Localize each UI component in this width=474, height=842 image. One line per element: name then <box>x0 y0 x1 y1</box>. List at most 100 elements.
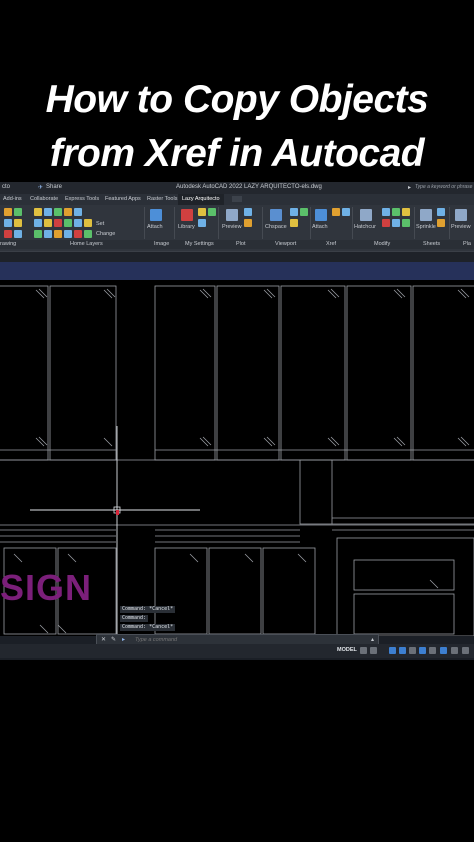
sprinkle-button[interactable]: Sprinkle <box>416 224 436 230</box>
layer-walk-icon[interactable] <box>64 219 72 227</box>
circle-icon[interactable] <box>14 230 22 238</box>
panel-label-drawing[interactable]: rawing <box>0 241 16 247</box>
attach-xref-button[interactable]: Attach <box>312 224 328 230</box>
layer-icon[interactable] <box>4 230 12 238</box>
layer-off-icon[interactable] <box>34 219 42 227</box>
library-icon[interactable] <box>181 209 193 221</box>
plot-b-icon[interactable] <box>244 219 252 227</box>
command-history-line: Command: *Cancel* <box>120 624 176 631</box>
attach-xref-icon[interactable] <box>315 209 327 221</box>
layer-state-icon[interactable] <box>44 230 52 238</box>
panel-label-sheets[interactable]: Sheets <box>423 241 440 247</box>
title-bar: cto ✈ Share Autodesk AutoCAD 2022 LAZY A… <box>0 182 474 194</box>
modify-e-icon[interactable] <box>392 219 400 227</box>
layer-iso-icon[interactable] <box>64 208 72 216</box>
attach-image-button[interactable]: Attach <box>147 224 163 230</box>
plot-preview-icon[interactable] <box>226 209 238 221</box>
sprinkle-icon[interactable] <box>420 209 432 221</box>
modify-d-icon[interactable] <box>382 219 390 227</box>
layer-merge-icon[interactable] <box>74 219 82 227</box>
modify-f-icon[interactable] <box>402 219 410 227</box>
modify-c-icon[interactable] <box>402 208 410 216</box>
chspace-button[interactable]: Chspace <box>265 224 287 230</box>
ribbon-toggle-icon[interactable] <box>232 196 242 202</box>
layer-prev-icon[interactable] <box>34 230 42 238</box>
panel-label-xref[interactable]: Xref <box>326 241 336 247</box>
layer-freeze-icon[interactable] <box>44 208 52 216</box>
panel-label-plot[interactable]: Plot <box>236 241 245 247</box>
layer-color-icon[interactable] <box>54 230 62 238</box>
panel-divider <box>352 207 353 239</box>
keyword-search[interactable]: Type a keyword or phrase <box>415 184 472 190</box>
tab-express-tools[interactable]: Express Tools <box>65 196 99 202</box>
xref-b-icon[interactable] <box>342 208 350 216</box>
modify-b-icon[interactable] <box>392 208 400 216</box>
polyline-icon[interactable] <box>14 208 22 216</box>
workspace-icon[interactable] <box>451 647 458 654</box>
tab-featured-apps[interactable]: Featured Apps <box>105 196 141 202</box>
drawing-canvas[interactable]: SIGN <box>0 280 474 636</box>
tab-collaborate[interactable]: Collaborate <box>30 196 58 202</box>
library-button[interactable]: Library <box>178 224 195 230</box>
share-icon[interactable]: ✈ <box>38 184 43 191</box>
chspace-icon[interactable] <box>270 209 282 221</box>
osnap-icon[interactable] <box>419 647 426 654</box>
xref-a-icon[interactable] <box>332 208 340 216</box>
layer-delete-icon[interactable] <box>84 219 92 227</box>
preview-2-icon[interactable] <box>455 209 467 221</box>
plot-preview-button[interactable]: Preview <box>222 224 242 230</box>
settings-b-icon[interactable] <box>198 219 206 227</box>
layer-unlock-icon[interactable] <box>54 219 62 227</box>
layer-on-icon[interactable] <box>34 208 42 216</box>
model-space-button[interactable]: MODEL <box>337 647 357 653</box>
layer-lock-icon[interactable] <box>54 208 62 216</box>
grid-icon[interactable] <box>360 647 367 654</box>
sheets-b-icon[interactable] <box>437 219 445 227</box>
set-button[interactable]: Set <box>96 221 104 227</box>
tab-raster-tools[interactable]: Raster Tools <box>147 196 177 202</box>
otrack-icon[interactable] <box>429 647 436 654</box>
draw-icon[interactable] <box>4 208 12 216</box>
layer-lweight-icon[interactable] <box>74 230 82 238</box>
panel-label-my-settings[interactable]: My Settings <box>185 241 214 247</box>
modify-a-icon[interactable] <box>382 208 390 216</box>
snap-icon[interactable] <box>370 647 377 654</box>
layer-ltype-icon[interactable] <box>64 230 72 238</box>
command-input[interactable] <box>135 635 365 644</box>
layer-thaw-icon[interactable] <box>44 219 52 227</box>
search-icon[interactable]: ▸ <box>408 184 411 191</box>
hatchcur-button[interactable]: Hatchcur <box>354 224 376 230</box>
viewport-a-icon[interactable] <box>290 208 298 216</box>
sheets-a-icon[interactable] <box>437 208 445 216</box>
customize-icon[interactable] <box>462 647 469 654</box>
viewport-c-icon[interactable] <box>290 219 298 227</box>
preview-2-button[interactable]: Preview <box>451 224 471 230</box>
chevron-up-icon[interactable]: ▴ <box>371 636 374 643</box>
viewport-b-icon[interactable] <box>300 208 308 216</box>
hatchcur-icon[interactable] <box>360 209 372 221</box>
layer-trans-icon[interactable] <box>84 230 92 238</box>
panel-label-home-layers[interactable]: Home Layers <box>70 241 103 247</box>
layer-match-icon[interactable] <box>74 208 82 216</box>
settings-c-icon[interactable] <box>208 208 216 216</box>
tab-lazy-arquitecto[interactable]: Lazy Arquitecto <box>178 194 224 205</box>
share-button[interactable]: Share <box>46 184 62 190</box>
panel-label-plan[interactable]: Pla <box>463 241 471 247</box>
ortho-icon[interactable] <box>389 647 396 654</box>
attach-image-icon[interactable] <box>150 209 162 221</box>
isodraft-icon[interactable] <box>409 647 416 654</box>
wrench-icon[interactable]: ✎ <box>111 636 116 643</box>
line-icon[interactable] <box>4 219 12 227</box>
close-icon[interactable]: ✕ <box>101 636 106 643</box>
polar-icon[interactable] <box>399 647 406 654</box>
sign-text: SIGN <box>0 567 93 608</box>
panel-label-modify[interactable]: Modify <box>374 241 390 247</box>
tab-add-ins[interactable]: Add-ins <box>3 196 22 202</box>
panel-label-image[interactable]: Image <box>154 241 169 247</box>
settings-a-icon[interactable] <box>198 208 206 216</box>
panel-label-viewport[interactable]: Viewport <box>275 241 296 247</box>
plot-a-icon[interactable] <box>244 208 252 216</box>
annotation-icon[interactable] <box>440 647 447 654</box>
hatch-icon[interactable] <box>14 219 22 227</box>
change-button[interactable]: Change <box>96 231 115 237</box>
